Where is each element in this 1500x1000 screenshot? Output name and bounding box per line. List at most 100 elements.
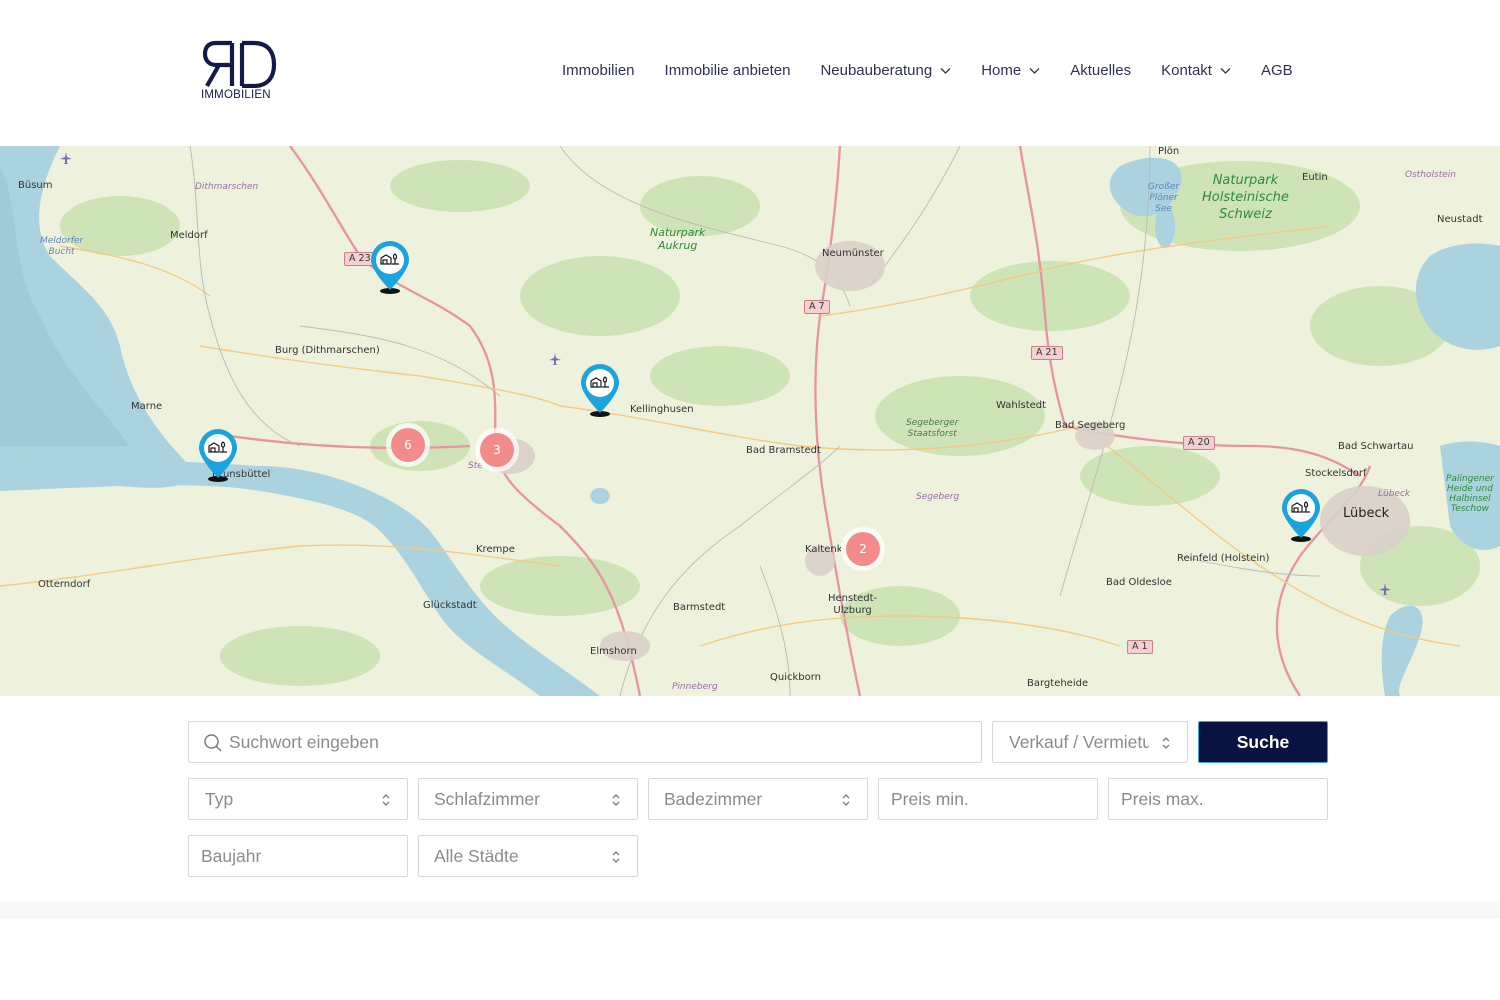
property-pin-house-icon[interactable]	[196, 426, 240, 484]
map-label-neumunster: Neumünster	[822, 248, 884, 259]
map-label-forest-segeberger: Segeberger Staatsforst	[906, 418, 959, 439]
road-shield-a20: A 20	[1183, 436, 1215, 450]
select-updown-icon	[382, 794, 390, 806]
map-label-eutin: Eutin	[1302, 172, 1328, 183]
map-label-burg: Burg (Dithmarschen)	[275, 345, 380, 356]
road-shield-a21: A 21	[1031, 346, 1063, 360]
section-divider	[0, 902, 1500, 919]
map-label-henstedt: Henstedt- Ulzburg	[828, 593, 878, 616]
map-label-bargteheide: Bargteheide	[1027, 678, 1089, 689]
site-header: IMMOBILIEN Immobilien Immobilie anbieten…	[0, 0, 1500, 146]
bathrooms-select-value: Badezimmer	[664, 788, 763, 809]
property-pin-house-icon[interactable]	[1279, 486, 1323, 544]
bedrooms-select-value: Schlafzimmer	[434, 788, 540, 809]
map-label-barmstedt: Barmstedt	[673, 602, 726, 613]
map-label-water-ploner: Großer Plöner See	[1148, 182, 1180, 214]
map-label-district-lubeck: Lübeck	[1378, 489, 1411, 499]
map-label-kaltenkirchen: Kaltenkirchen	[805, 544, 841, 555]
map-base-layer	[0, 146, 1500, 696]
map-label-quickborn: Quickborn	[770, 672, 822, 683]
chevron-down-icon	[1220, 68, 1231, 74]
map-label-district-pinneberg: Pinneberg	[672, 682, 718, 692]
nav-item-label: Immobilie anbieten	[664, 62, 791, 79]
main-nav: Immobilien Immobilie anbieten Neubaubera…	[562, 62, 1293, 79]
logo-mark	[202, 40, 277, 88]
property-map[interactable]: Büsum Meldorf Burg (Dithmarschen) Marne …	[0, 146, 1500, 696]
search-button[interactable]: Suche	[1198, 721, 1328, 763]
map-label-district-dithmarschen: Dithmarschen	[195, 182, 259, 192]
map-label-lubeck: Lübeck	[1343, 506, 1390, 521]
nav-item-label: Immobilien	[562, 62, 635, 79]
map-label-park-holstein: Naturpark Holsteinische Schweiz	[1202, 173, 1289, 222]
nav-item-immobilien[interactable]: Immobilien	[562, 62, 635, 79]
select-updown-icon	[612, 794, 620, 806]
airport-icon	[1379, 583, 1391, 595]
map-label-neustadt: Neustadt	[1437, 214, 1483, 225]
map-label-badbramstedt: Bad Bramstedt	[746, 445, 821, 456]
cluster-count: 2	[846, 532, 880, 566]
nav-item-home[interactable]: Home	[981, 62, 1040, 79]
bedrooms-select[interactable]: Schlafzimmer	[418, 778, 638, 820]
nav-item-immobilie-anbieten[interactable]: Immobilie anbieten	[665, 62, 791, 79]
select-updown-icon	[612, 851, 620, 863]
map-cluster[interactable]: 2	[841, 527, 885, 571]
chevron-down-icon	[1029, 68, 1040, 74]
price-min-input[interactable]: Preis min.	[878, 778, 1098, 820]
airport-icon	[549, 353, 561, 365]
nav-item-label: AGB	[1260, 62, 1293, 79]
map-cluster[interactable]: 6	[386, 423, 430, 467]
year-input[interactable]: Baujahr	[188, 835, 408, 877]
price-max-input[interactable]: Preis max.	[1108, 778, 1328, 820]
type-select-value: Typ	[205, 788, 234, 809]
cluster-count: 6	[391, 428, 425, 462]
map-label-badschwartau: Bad Schwartau	[1338, 441, 1414, 452]
price-max-placeholder: Preis max.	[1121, 788, 1204, 809]
select-updown-icon	[842, 794, 850, 806]
logo[interactable]: IMMOBILIEN	[200, 40, 280, 106]
map-label-marne: Marne	[131, 401, 163, 412]
map-label-water-meldorfer: Meldorfer Bucht	[40, 236, 84, 257]
map-label-plon: Plön	[1158, 146, 1180, 157]
chevron-down-icon	[940, 68, 951, 74]
nav-item-label: Aktuelles	[1070, 62, 1132, 79]
search-input[interactable]: Suchwort eingeben	[188, 721, 982, 763]
map-label-gluckstadt: Glückstadt	[423, 600, 477, 611]
type-select[interactable]: Typ	[188, 778, 408, 820]
map-label-wahlstedt: Wahlstedt	[996, 400, 1047, 411]
airport-icon	[60, 152, 72, 164]
map-label-park-palingener: Palingener Heide und Halbinsel Teschow	[1446, 474, 1494, 514]
nav-item-label: Neubauberatung	[820, 62, 933, 79]
year-placeholder: Baujahr	[201, 845, 262, 866]
map-label-district-ostholstein: Ostholstein	[1405, 170, 1456, 180]
map-label-kellinghusen: Kellinghusen	[630, 404, 694, 415]
cluster-count: 3	[480, 433, 514, 467]
mode-select-value: Verkauf / Vermietung	[1009, 731, 1149, 752]
map-label-busum: Büsum	[18, 180, 53, 191]
property-pin-house-icon[interactable]	[578, 361, 622, 419]
map-label-elmshorn: Elmshorn	[590, 646, 637, 657]
logo-subtitle: IMMOBILIEN	[201, 89, 271, 101]
nav-item-agb[interactable]: AGB	[1261, 62, 1293, 79]
map-label-badoldesloe: Bad Oldesloe	[1106, 577, 1172, 588]
property-pin-house-icon[interactable]	[368, 238, 412, 296]
map-label-reinfeld: Reinfeld (Holstein)	[1177, 553, 1270, 564]
nav-item-label: Kontakt	[1161, 62, 1212, 79]
bathrooms-select[interactable]: Badezimmer	[648, 778, 868, 820]
mode-select[interactable]: Verkauf / Vermietung	[992, 721, 1188, 763]
cities-select-value: Alle Städte	[434, 845, 519, 866]
map-label-stockelsdorf: Stockelsdorf	[1305, 468, 1367, 479]
map-label-park-aukrug: Naturpark Aukrug	[650, 226, 706, 252]
map-label-otterndorf: Otterndorf	[38, 579, 91, 590]
nav-item-kontakt[interactable]: Kontakt	[1161, 62, 1231, 79]
map-cluster[interactable]: 3	[475, 428, 519, 472]
cities-select[interactable]: Alle Städte	[418, 835, 638, 877]
price-min-placeholder: Preis min.	[891, 788, 969, 809]
select-updown-icon	[1162, 737, 1170, 749]
map-label-meldorf: Meldorf	[170, 230, 208, 241]
map-label-krempe: Krempe	[476, 544, 515, 555]
nav-item-neubauberatung[interactable]: Neubauberatung	[820, 62, 951, 79]
map-label-badsegeberg: Bad Segeberg	[1055, 420, 1126, 431]
search-icon	[204, 734, 222, 752]
nav-item-aktuelles[interactable]: Aktuelles	[1070, 62, 1131, 79]
search-input-placeholder: Suchwort eingeben	[229, 731, 379, 752]
